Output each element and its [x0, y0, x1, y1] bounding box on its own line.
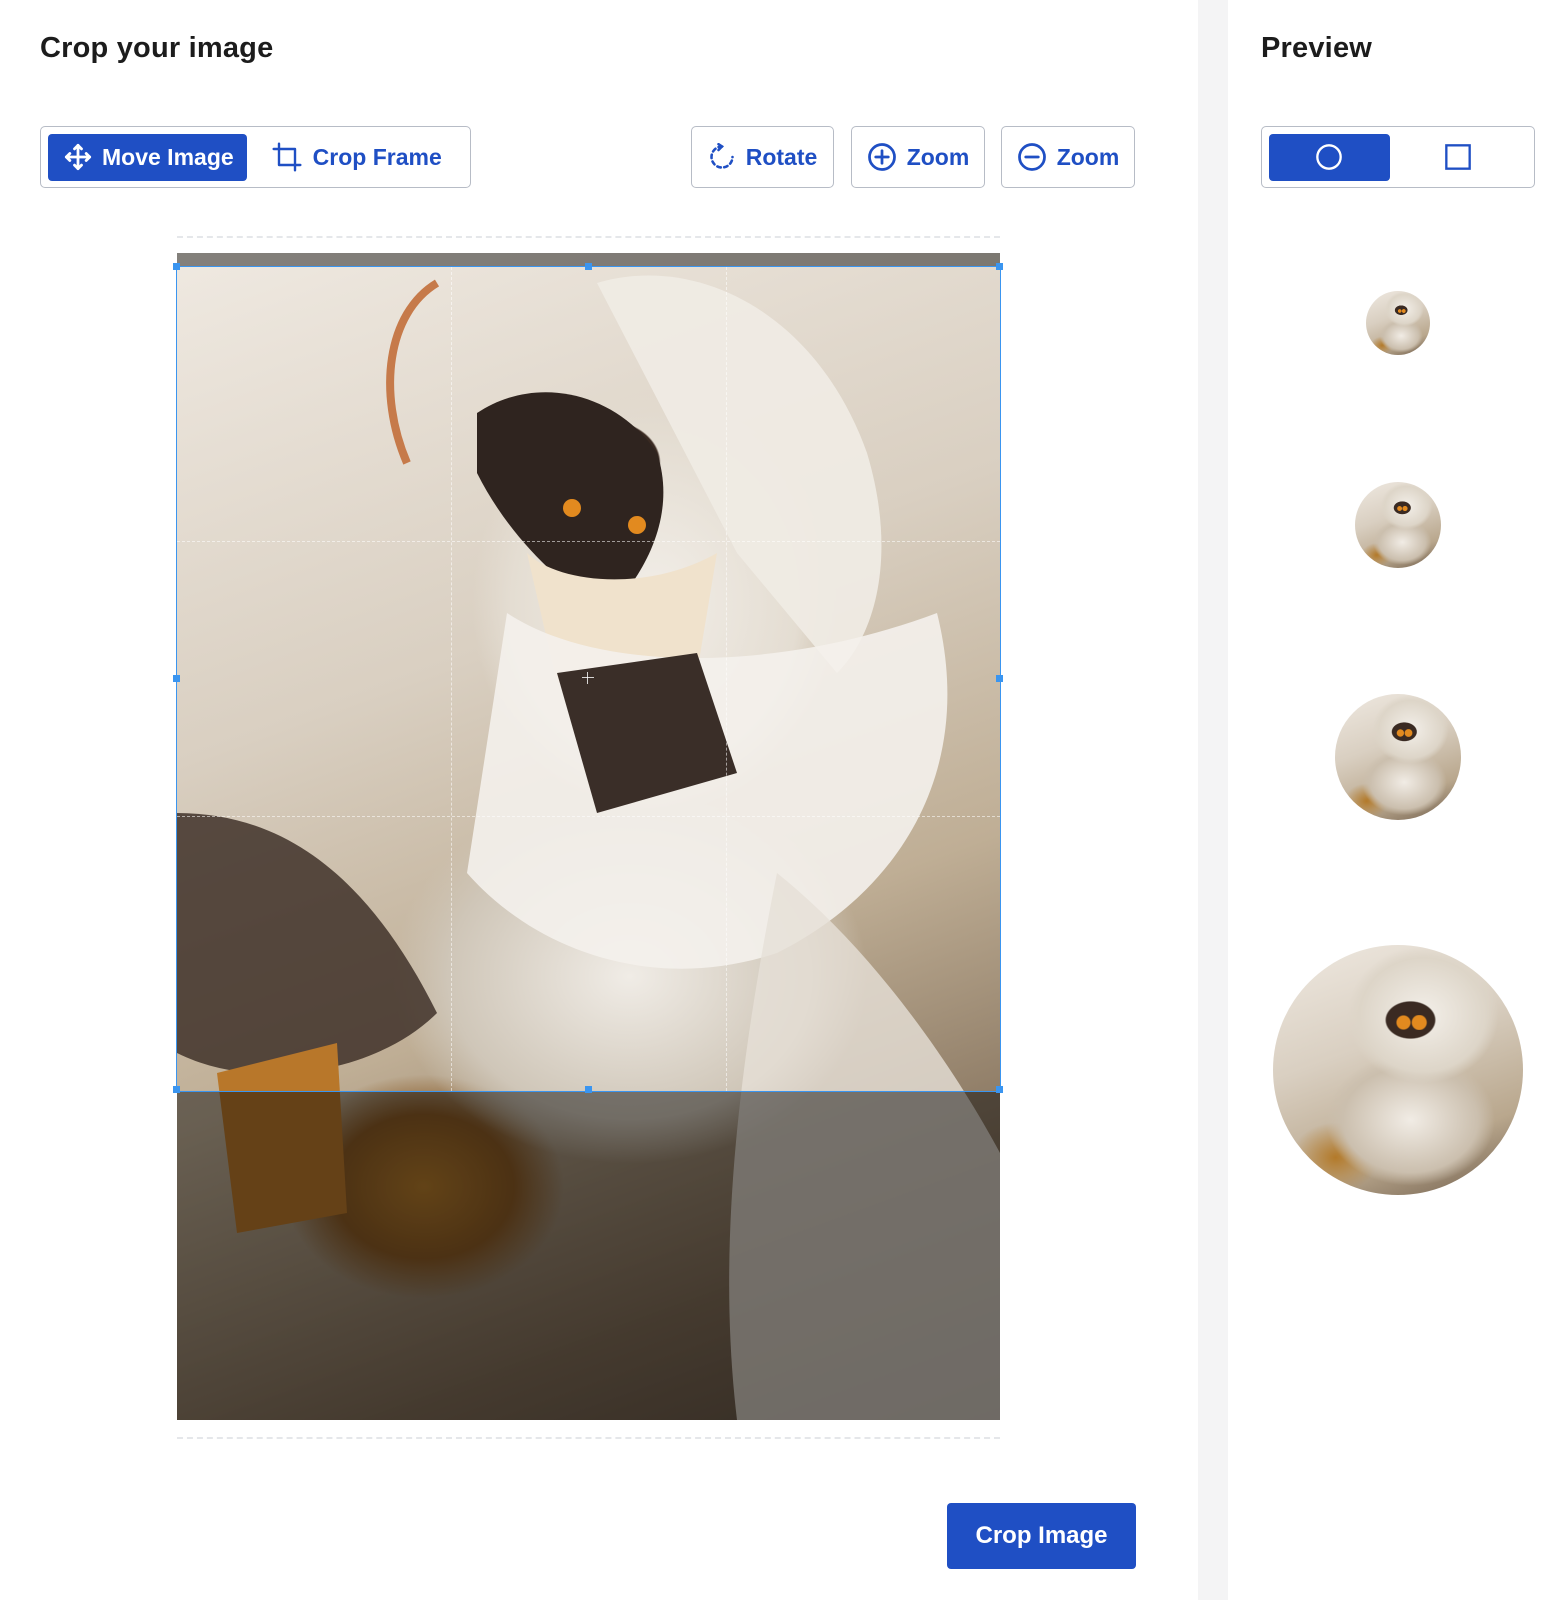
crop-frame-button[interactable]: Crop Frame: [254, 133, 455, 181]
crop-center-mark: [582, 672, 594, 684]
crop-guide-vertical: [451, 267, 452, 1091]
crop-image-button[interactable]: Crop Image: [947, 1503, 1136, 1569]
crop-frame[interactable]: [173, 263, 1003, 1093]
preview-title: Preview: [1261, 32, 1373, 64]
resize-handle-top[interactable]: [585, 263, 592, 270]
rotate-label: Rotate: [745, 143, 818, 170]
zoom-in-button[interactable]: Zoom: [851, 126, 985, 188]
plus-circle-icon: [867, 143, 896, 171]
move-image-label: Move Image: [102, 143, 234, 170]
panel-divider: [1198, 0, 1228, 1600]
preview-thumbnail-sm: [1355, 482, 1441, 568]
resize-handle-bottom[interactable]: [585, 1086, 592, 1093]
crop-icon: [272, 142, 302, 172]
resize-handle-right[interactable]: [996, 675, 1003, 682]
zoom-out-label: Zoom: [1056, 143, 1120, 170]
zoom-in-label: Zoom: [906, 143, 970, 170]
resize-handle-top-left[interactable]: [173, 263, 180, 270]
preview-thumbnail-lg: [1273, 945, 1523, 1195]
square-icon: [1445, 144, 1472, 170]
crop-mask-bottom: [177, 1091, 1000, 1420]
circle-icon: [1316, 144, 1343, 170]
rotate-icon: [709, 143, 734, 169]
resize-handle-bottom-right[interactable]: [996, 1086, 1003, 1093]
crop-guide-horizontal: [177, 541, 1000, 542]
page-title: Crop your image: [40, 32, 274, 64]
crop-guide-vertical: [726, 267, 727, 1091]
move-image-button[interactable]: Move Image: [48, 133, 247, 181]
crop-frame-label: Crop Frame: [312, 143, 442, 170]
resize-handle-top-right[interactable]: [996, 263, 1003, 270]
crop-editor-panel: Crop your image Move Image Crop Frame Ro…: [0, 0, 1198, 1600]
preview-thumbnail-xs: [1366, 291, 1430, 355]
square-shape-button[interactable]: [1390, 134, 1527, 181]
move-arrows-icon: [64, 143, 92, 171]
resize-handle-bottom-left[interactable]: [173, 1086, 180, 1093]
preview-shape-toggle: [1261, 126, 1535, 188]
resize-handle-left[interactable]: [173, 675, 180, 682]
rotate-button[interactable]: Rotate: [691, 126, 834, 188]
circle-shape-button[interactable]: [1269, 133, 1390, 181]
mode-toggle: Move Image Crop Frame: [40, 126, 471, 188]
zoom-out-button[interactable]: Zoom: [1001, 126, 1135, 188]
minus-circle-icon: [1017, 143, 1046, 171]
preview-thumbnail-md: [1335, 694, 1461, 820]
crop-guide-horizontal: [177, 816, 1000, 817]
